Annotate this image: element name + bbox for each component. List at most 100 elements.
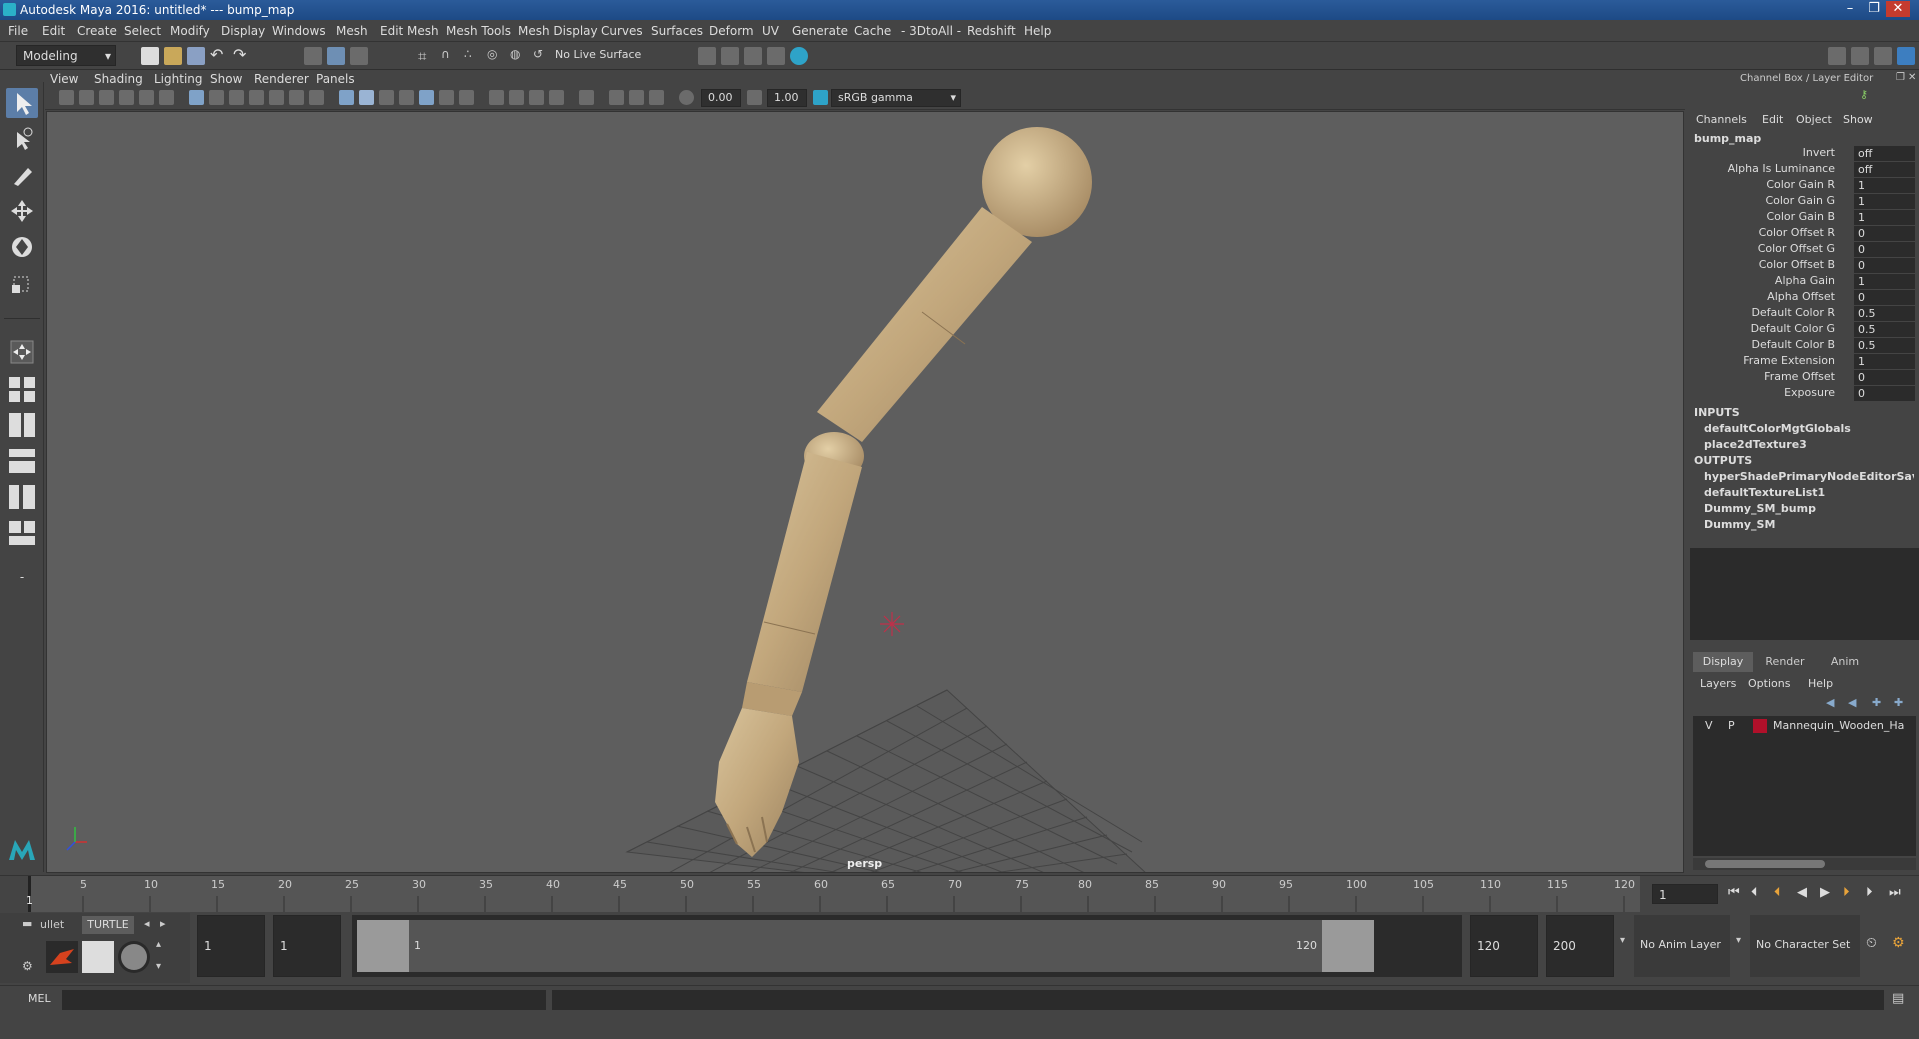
menu-modify[interactable]: Modify bbox=[170, 24, 210, 38]
attr-row-alpha-gain[interactable]: Alpha Gain 1 bbox=[1690, 274, 1919, 290]
layers-menu-help[interactable]: Help bbox=[1808, 677, 1833, 690]
close-icon[interactable]: ✕ bbox=[1886, 1, 1910, 17]
use-all-lights-icon[interactable] bbox=[439, 90, 454, 105]
shelf-tab-turtle[interactable]: TURTLE bbox=[82, 916, 134, 934]
attr-value[interactable]: 0.5 bbox=[1854, 322, 1915, 337]
go-to-end-icon[interactable]: ⏭ bbox=[1889, 885, 1901, 900]
menu-mesh[interactable]: Mesh bbox=[336, 24, 368, 38]
motion-blur-icon[interactable] bbox=[509, 90, 524, 105]
step-back-frame-icon[interactable]: ⏴ bbox=[1774, 885, 1781, 900]
attr-value[interactable]: 0.5 bbox=[1854, 306, 1915, 321]
channels-menu-edit[interactable]: Edit bbox=[1762, 113, 1783, 126]
menu-3dtoall[interactable]: - 3DtoAll - bbox=[901, 24, 961, 38]
new-scene-icon[interactable] bbox=[141, 47, 159, 65]
persp-outliner-layout-icon[interactable] bbox=[6, 518, 38, 548]
snap-point-icon[interactable]: ∴ bbox=[464, 47, 482, 65]
redo-icon[interactable]: ↷ bbox=[233, 47, 251, 65]
smooth-shade-icon[interactable] bbox=[359, 90, 374, 105]
camera-attributes-icon[interactable] bbox=[79, 90, 94, 105]
layer-row[interactable]: V P Mannequin_Wooden_Ha bbox=[1693, 718, 1916, 734]
attr-value[interactable]: 0 bbox=[1854, 386, 1915, 401]
attr-row-color-offset-r[interactable]: Color Offset R 0 bbox=[1690, 226, 1919, 242]
render-view-icon[interactable] bbox=[767, 47, 785, 65]
range-end-handle[interactable] bbox=[1322, 920, 1374, 972]
menu-surfaces[interactable]: Surfaces bbox=[651, 24, 703, 38]
chevron-down-icon[interactable]: ▾ bbox=[1620, 935, 1625, 946]
restore-icon[interactable]: ❐ bbox=[1862, 1, 1886, 17]
channels-menu-object[interactable]: Object bbox=[1796, 113, 1832, 126]
command-input[interactable] bbox=[62, 990, 546, 1010]
attr-value[interactable]: off bbox=[1854, 162, 1915, 177]
step-back-key-icon[interactable]: ⏴ bbox=[1751, 885, 1758, 900]
exposure-field[interactable]: 0.00 bbox=[701, 89, 741, 107]
viewport-menu-show[interactable]: Show bbox=[210, 72, 242, 86]
menu-file[interactable]: File bbox=[8, 24, 28, 38]
attr-row-default-color-b[interactable]: Default Color B 0.5 bbox=[1690, 338, 1919, 354]
move-layer-up-icon[interactable]: ◀ bbox=[1826, 696, 1834, 709]
layer-scrollbar[interactable] bbox=[1693, 858, 1916, 870]
menu-deform[interactable]: Deform bbox=[709, 24, 754, 38]
viewport-menu-shading[interactable]: Shading bbox=[94, 72, 143, 86]
attr-value[interactable]: 1 bbox=[1854, 178, 1915, 193]
channel-box-toggle-icon[interactable] bbox=[1897, 47, 1915, 65]
layer-playback-toggle[interactable]: P bbox=[1728, 719, 1735, 732]
attr-value[interactable]: 0 bbox=[1854, 290, 1915, 305]
gamma-field[interactable]: 1.00 bbox=[767, 89, 807, 107]
mannequin-upper-arm[interactable] bbox=[817, 207, 1032, 442]
menu-redshift[interactable]: Redshift bbox=[967, 24, 1016, 38]
move-tool-icon[interactable] bbox=[6, 196, 38, 226]
xray-components-icon[interactable] bbox=[649, 90, 664, 105]
attr-row-color-gain-r[interactable]: Color Gain R 1 bbox=[1690, 178, 1919, 194]
grease-pencil-icon[interactable] bbox=[159, 90, 174, 105]
render-frame-icon[interactable] bbox=[721, 47, 739, 65]
shelf-scroll-right-icon[interactable]: ▸ bbox=[160, 917, 166, 930]
view-transform-dropdown[interactable]: sRGB gamma ▾ bbox=[831, 89, 961, 107]
menu-mesh-display[interactable]: Mesh Display bbox=[518, 24, 598, 38]
attr-value[interactable]: off bbox=[1854, 146, 1915, 161]
use-default-material-icon[interactable] bbox=[379, 90, 394, 105]
key-icon[interactable]: ⚷ bbox=[1860, 88, 1868, 101]
field-chart-icon[interactable] bbox=[269, 90, 284, 105]
layer-name[interactable]: Mannequin_Wooden_Ha bbox=[1773, 719, 1904, 732]
two-pane-layout-icon[interactable] bbox=[6, 410, 38, 440]
shadows-icon[interactable] bbox=[459, 90, 474, 105]
channels-menu-channels[interactable]: Channels bbox=[1696, 113, 1747, 126]
safe-title-icon[interactable] bbox=[309, 90, 324, 105]
chevron-down-icon[interactable]: ▾ bbox=[1736, 935, 1741, 946]
select-object-icon[interactable] bbox=[327, 47, 345, 65]
snap-curve-icon[interactable]: ∩ bbox=[441, 47, 459, 65]
float-panel-icon[interactable]: ❐ bbox=[1896, 72, 1905, 83]
layer-color-swatch[interactable] bbox=[1753, 719, 1767, 733]
attr-row-frame-offset[interactable]: Frame Offset 0 bbox=[1690, 370, 1919, 386]
gamma-icon[interactable] bbox=[747, 90, 762, 105]
output-node[interactable]: defaultTextureList1 bbox=[1704, 486, 1914, 499]
menu-cache[interactable]: Cache bbox=[854, 24, 891, 38]
animation-preferences-icon[interactable]: ⚙ bbox=[1892, 935, 1905, 951]
anti-aliasing-icon[interactable] bbox=[529, 90, 544, 105]
snap-surface-icon[interactable]: ◍ bbox=[510, 47, 528, 65]
attr-row-exposure[interactable]: Exposure 0 bbox=[1690, 386, 1919, 402]
output-node[interactable]: hyperShadePrimaryNodeEditorSavedT... bbox=[1704, 470, 1914, 483]
graph-layout-icon[interactable] bbox=[6, 482, 38, 512]
wireframe-on-shaded-icon[interactable] bbox=[399, 90, 414, 105]
xray-joints-icon[interactable] bbox=[629, 90, 644, 105]
more-layouts-icon[interactable]: - bbox=[6, 562, 38, 592]
open-scene-icon[interactable] bbox=[164, 47, 182, 65]
animation-end-field[interactable]: 200 bbox=[1546, 915, 1614, 977]
menu-uv[interactable]: UV bbox=[762, 24, 779, 38]
perspective-viewport[interactable]: persp bbox=[46, 111, 1684, 873]
attr-value[interactable]: 1 bbox=[1854, 210, 1915, 225]
safe-action-icon[interactable] bbox=[289, 90, 304, 105]
turtle-render-icon[interactable] bbox=[46, 941, 78, 973]
play-forwards-icon[interactable]: ▶ bbox=[1820, 885, 1830, 900]
ipr-render-icon[interactable] bbox=[744, 47, 762, 65]
screen-space-ao-icon[interactable] bbox=[489, 90, 504, 105]
menuset-dropdown[interactable]: Modeling ▾ bbox=[16, 45, 116, 66]
attr-row-default-color-r[interactable]: Default Color R 0.5 bbox=[1690, 306, 1919, 322]
depth-of-field-icon[interactable] bbox=[549, 90, 564, 105]
show-manipulator-icon[interactable] bbox=[6, 338, 38, 368]
bookmark-icon[interactable] bbox=[99, 90, 114, 105]
layers-menu-layers[interactable]: Layers bbox=[1700, 677, 1736, 690]
range-bar[interactable] bbox=[357, 920, 1357, 972]
snap-live-icon[interactable]: ↺ bbox=[533, 47, 551, 65]
